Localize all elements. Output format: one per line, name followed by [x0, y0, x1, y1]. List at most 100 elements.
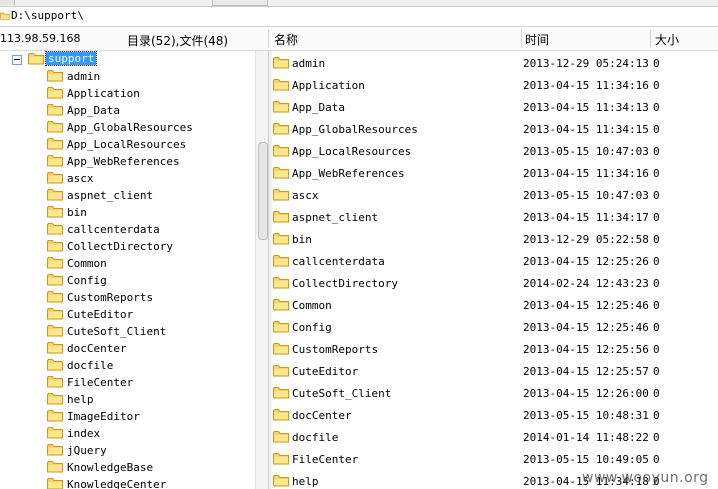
tree-item-label[interactable]: CuteSoft_Client — [67, 325, 166, 338]
tree-item-label[interactable]: jQuery — [67, 444, 107, 457]
tree-item-label[interactable]: aspnet_client — [67, 189, 153, 202]
item-size: 0 — [653, 189, 660, 202]
item-name[interactable]: Config — [292, 321, 332, 334]
folder-icon — [47, 477, 63, 489]
folder-icon — [47, 120, 63, 133]
list-row[interactable]: Common 2013-04-15 12:25:46 0 — [272, 293, 718, 315]
tree-item-label[interactable]: App_GlobalResources — [67, 121, 193, 134]
folder-tree: support admin Application App_Data App_Glob… — [0, 51, 268, 489]
folder-icon — [273, 122, 289, 135]
path-text[interactable]: D:\support\ — [11, 9, 84, 22]
list-row[interactable]: FileCenter 2013-05-15 10:49:05 0 — [272, 447, 718, 469]
list-row[interactable]: App_GlobalResources 2013-04-15 11:34:15 0 — [272, 117, 718, 139]
tree-item-label[interactable]: docCenter — [67, 342, 127, 355]
list-row[interactable]: docCenter 2013-05-15 10:48:31 0 — [272, 403, 718, 425]
item-time: 2013-04-15 11:34:16 — [523, 167, 649, 180]
tab-stub[interactable] — [0, 0, 15, 5]
folder-icon — [47, 188, 63, 201]
tree-scrollbar[interactable] — [255, 51, 269, 489]
list-row[interactable]: CustomReports 2013-04-15 12:25:56 0 — [272, 337, 718, 359]
item-name[interactable]: docfile — [292, 431, 338, 444]
tree-item-label[interactable]: Config — [67, 274, 107, 287]
tree-item-label[interactable]: App_WebReferences — [67, 155, 180, 168]
folder-icon — [47, 341, 63, 354]
item-name[interactable]: callcenterdata — [292, 255, 385, 268]
scrollbar-thumb[interactable] — [258, 142, 268, 240]
item-name[interactable]: App_WebReferences — [292, 167, 405, 180]
tree-item-label[interactable]: App_Data — [67, 104, 120, 117]
tab-stub-2[interactable] — [212, 0, 268, 6]
folder-icon — [273, 408, 289, 421]
item-time: 2014-02-24 12:43:23 — [523, 277, 649, 290]
watermark: www.wooyun.org — [582, 470, 709, 486]
item-name[interactable]: App_GlobalResources — [292, 123, 418, 136]
column-size-header[interactable]: 大小 — [655, 31, 679, 47]
item-name[interactable]: CustomReports — [292, 343, 378, 356]
tree-item-label[interactable]: bin — [67, 206, 87, 219]
item-size: 0 — [653, 145, 660, 158]
item-name[interactable]: Common — [292, 299, 332, 312]
item-size: 0 — [653, 343, 660, 356]
item-name[interactable]: App_LocalResources — [292, 145, 411, 158]
item-name[interactable]: CuteEditor — [292, 365, 358, 378]
list-row[interactable]: App_WebReferences 2013-04-15 11:34:16 0 — [272, 161, 718, 183]
item-name[interactable]: FileCenter — [292, 453, 358, 466]
column-name-header[interactable]: 名称 — [274, 31, 298, 47]
list-row[interactable]: CuteSoft_Client 2013-04-15 12:26:00 0 — [272, 381, 718, 403]
list-row[interactable]: callcenterdata 2013-04-15 12:25:26 0 — [272, 249, 718, 271]
tree-item-label[interactable]: ImageEditor — [67, 410, 140, 423]
item-size: 0 — [653, 277, 660, 290]
dir-file-counts: 目录(52),文件(48) — [127, 34, 229, 48]
item-name[interactable]: App_Data — [292, 101, 345, 114]
item-name[interactable]: docCenter — [292, 409, 352, 422]
list-row[interactable]: CuteEditor 2013-04-15 12:25:57 0 — [272, 359, 718, 381]
tree-root-label[interactable]: support — [44, 51, 98, 66]
tree-item-label[interactable]: docfile — [67, 359, 113, 372]
header-divider[interactable] — [650, 30, 651, 48]
tree-item-label[interactable]: Application — [67, 87, 140, 100]
tree-item-label[interactable]: help — [67, 393, 94, 406]
item-name[interactable]: admin — [292, 57, 325, 70]
item-name[interactable]: ascx — [292, 189, 319, 202]
header-divider[interactable] — [521, 30, 522, 48]
collapse-toggle-icon[interactable] — [12, 55, 22, 65]
list-row[interactable]: bin 2013-12-29 05:22:58 0 — [272, 227, 718, 249]
tree-item-label[interactable]: admin — [67, 70, 100, 83]
item-name[interactable]: help — [292, 475, 319, 488]
item-name[interactable]: CollectDirectory — [292, 277, 398, 290]
item-name[interactable]: CuteSoft_Client — [292, 387, 391, 400]
column-time-header[interactable]: 时间 — [525, 31, 549, 47]
header-divider — [268, 30, 269, 48]
tree-item-label[interactable]: KnowledgeCenter — [67, 478, 166, 489]
folder-icon — [47, 154, 63, 167]
item-time: 2013-04-15 12:25:57 — [523, 365, 649, 378]
tree-item-label[interactable]: KnowledgeBase — [67, 461, 153, 474]
tree-item-label[interactable]: Common — [67, 257, 107, 270]
path-bar[interactable]: D:\support\ — [0, 7, 718, 27]
list-row[interactable]: CollectDirectory 2014-02-24 12:43:23 0 — [272, 271, 718, 293]
list-row[interactable]: App_LocalResources 2013-05-15 10:47:03 0 — [272, 139, 718, 161]
tree-item-label[interactable]: FileCenter — [67, 376, 133, 389]
tree-item-label[interactable]: callcenterdata — [67, 223, 160, 236]
list-row[interactable]: admin 2013-12-29 05:24:13 0 — [272, 51, 718, 73]
item-time: 2013-04-15 11:34:13 — [523, 101, 649, 114]
tree-item-label[interactable]: ascx — [67, 172, 94, 185]
item-size: 0 — [653, 101, 660, 114]
tree-item-label[interactable]: CustomReports — [67, 291, 153, 304]
item-name[interactable]: aspnet_client — [292, 211, 378, 224]
tree-item-label[interactable]: App_LocalResources — [67, 138, 186, 151]
item-name[interactable]: Application — [292, 79, 365, 92]
list-row[interactable]: docfile 2014-01-14 11:48:22 0 — [272, 425, 718, 447]
tree-item-label[interactable]: CuteEditor — [67, 308, 133, 321]
item-name[interactable]: bin — [292, 233, 312, 246]
item-time: 2014-01-14 11:48:22 — [523, 431, 649, 444]
list-row[interactable]: App_Data 2013-04-15 11:34:13 0 — [272, 95, 718, 117]
list-row[interactable]: Application 2013-04-15 11:34:16 0 — [272, 73, 718, 95]
list-row[interactable]: ascx 2013-05-15 10:47:03 0 — [272, 183, 718, 205]
list-row[interactable]: aspnet_client 2013-04-15 11:34:17 0 — [272, 205, 718, 227]
list-row[interactable]: Config 2013-04-15 12:25:46 0 — [272, 315, 718, 337]
column-header: 113.98.59.168 目录(52),文件(48) 名称 时间 大小 — [0, 28, 718, 51]
item-size: 0 — [653, 409, 660, 422]
tree-item-label[interactable]: CollectDirectory — [67, 240, 173, 253]
tree-item-label[interactable]: index — [67, 427, 100, 440]
